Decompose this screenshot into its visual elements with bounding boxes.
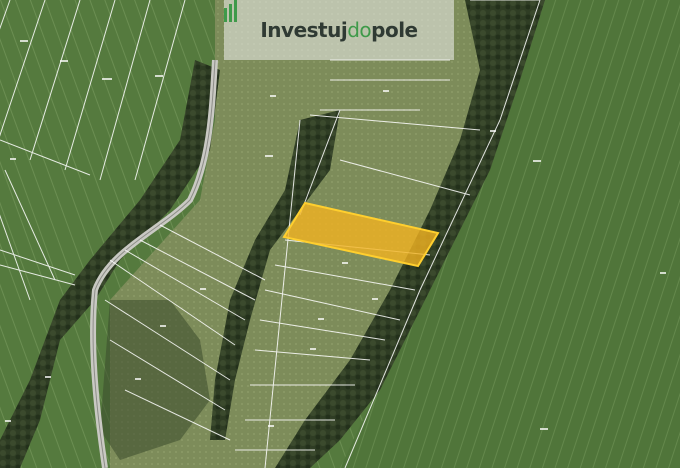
brand-part-3: pole [371, 18, 418, 42]
brand-part-2: do [347, 18, 372, 42]
logo-icon [224, 0, 237, 22]
aerial-map-layer [0, 0, 680, 468]
brand-logo-text: Investujdopole [260, 18, 418, 42]
brand-banner: Investujdopole [224, 0, 454, 60]
brand-part-1: Investuj [260, 18, 348, 42]
parcel-map[interactable]: Investujdopole [0, 0, 680, 468]
